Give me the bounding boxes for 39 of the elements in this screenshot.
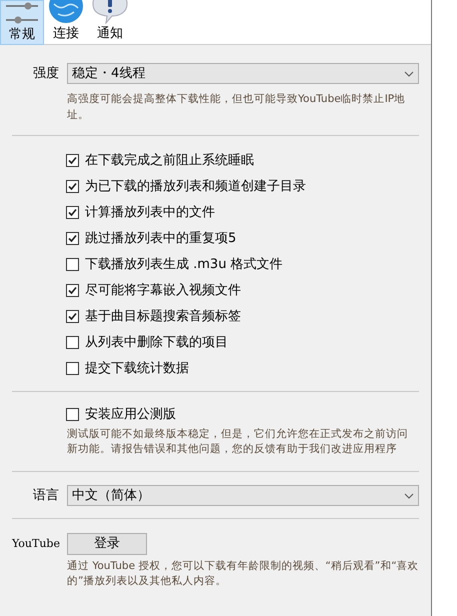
checkbox[interactable] bbox=[66, 362, 79, 375]
option-label: 安装应用公测版 bbox=[85, 406, 176, 424]
checkbox[interactable] bbox=[66, 154, 79, 167]
checkbox[interactable] bbox=[66, 180, 79, 193]
checkbox[interactable] bbox=[66, 284, 79, 297]
toolbar-tab[interactable]: 通知 bbox=[88, 0, 132, 45]
checkbox[interactable] bbox=[66, 258, 79, 271]
help-text: 测试版可能不如最终版本稳定，但是，它们允许您在正式发布之前访问新功能。请报告错误和其他问题，您的反馈有助于我们改进应用程序 bbox=[67, 427, 409, 457]
option-label: 在下载完成之前阻止系统睡眠 bbox=[85, 152, 254, 170]
option-label: 跳过播放列表中的重复项5 bbox=[85, 230, 236, 248]
field-label: YouTube bbox=[12, 536, 59, 552]
help-text: 通过 YouTube 授权，您可以下载有年龄限制的视频、“稍后观看”和“喜欢的”播放列表以及其他私人内容。 bbox=[67, 559, 419, 589]
checkbox[interactable] bbox=[66, 336, 79, 349]
option-label: 尽可能将字幕嵌入视频文件 bbox=[85, 282, 241, 300]
option-label: 为已下载的播放列表和频道创建子目录 bbox=[85, 178, 306, 196]
option-label: 从列表中删除下载的项目 bbox=[85, 334, 228, 352]
option-label: 提交下载统计数据 bbox=[85, 360, 189, 378]
toolbar-tab[interactable]: 常规 bbox=[0, 0, 44, 45]
strength-dropdown[interactable]: 稳定・4线程 bbox=[67, 63, 419, 84]
option-label: 下载播放列表生成 .m3u 格式文件 bbox=[85, 256, 283, 274]
globe-icon bbox=[48, 0, 84, 24]
toolbar-tab[interactable]: 连接 bbox=[44, 0, 88, 45]
chevron-down-icon bbox=[404, 70, 414, 76]
checkbox[interactable] bbox=[66, 206, 79, 219]
dropdown-value: 稳定・4线程 bbox=[72, 64, 146, 83]
checkbox[interactable] bbox=[66, 232, 79, 245]
chevron-down-icon bbox=[404, 492, 414, 498]
checkbox[interactable] bbox=[66, 408, 79, 421]
language-dropdown[interactable]: 中文（简体） bbox=[67, 485, 419, 506]
login-button[interactable]: 登录 bbox=[67, 533, 147, 555]
help-text: 高强度可能会提高整体下载性能，但也可能导致YouTube临时禁止IP地址。 bbox=[67, 92, 406, 123]
option-label: 基于曲目标题搜索音频标签 bbox=[85, 308, 241, 326]
option-label: 计算播放列表中的文件 bbox=[85, 204, 215, 222]
sliders-icon bbox=[4, 1, 40, 25]
field-label: 强度 bbox=[32, 64, 59, 83]
dropdown-value: 中文（简体） bbox=[72, 486, 150, 505]
field-label: 语言 bbox=[32, 486, 59, 505]
alert-bubble-icon bbox=[92, 0, 128, 24]
checkbox[interactable] bbox=[66, 310, 79, 323]
